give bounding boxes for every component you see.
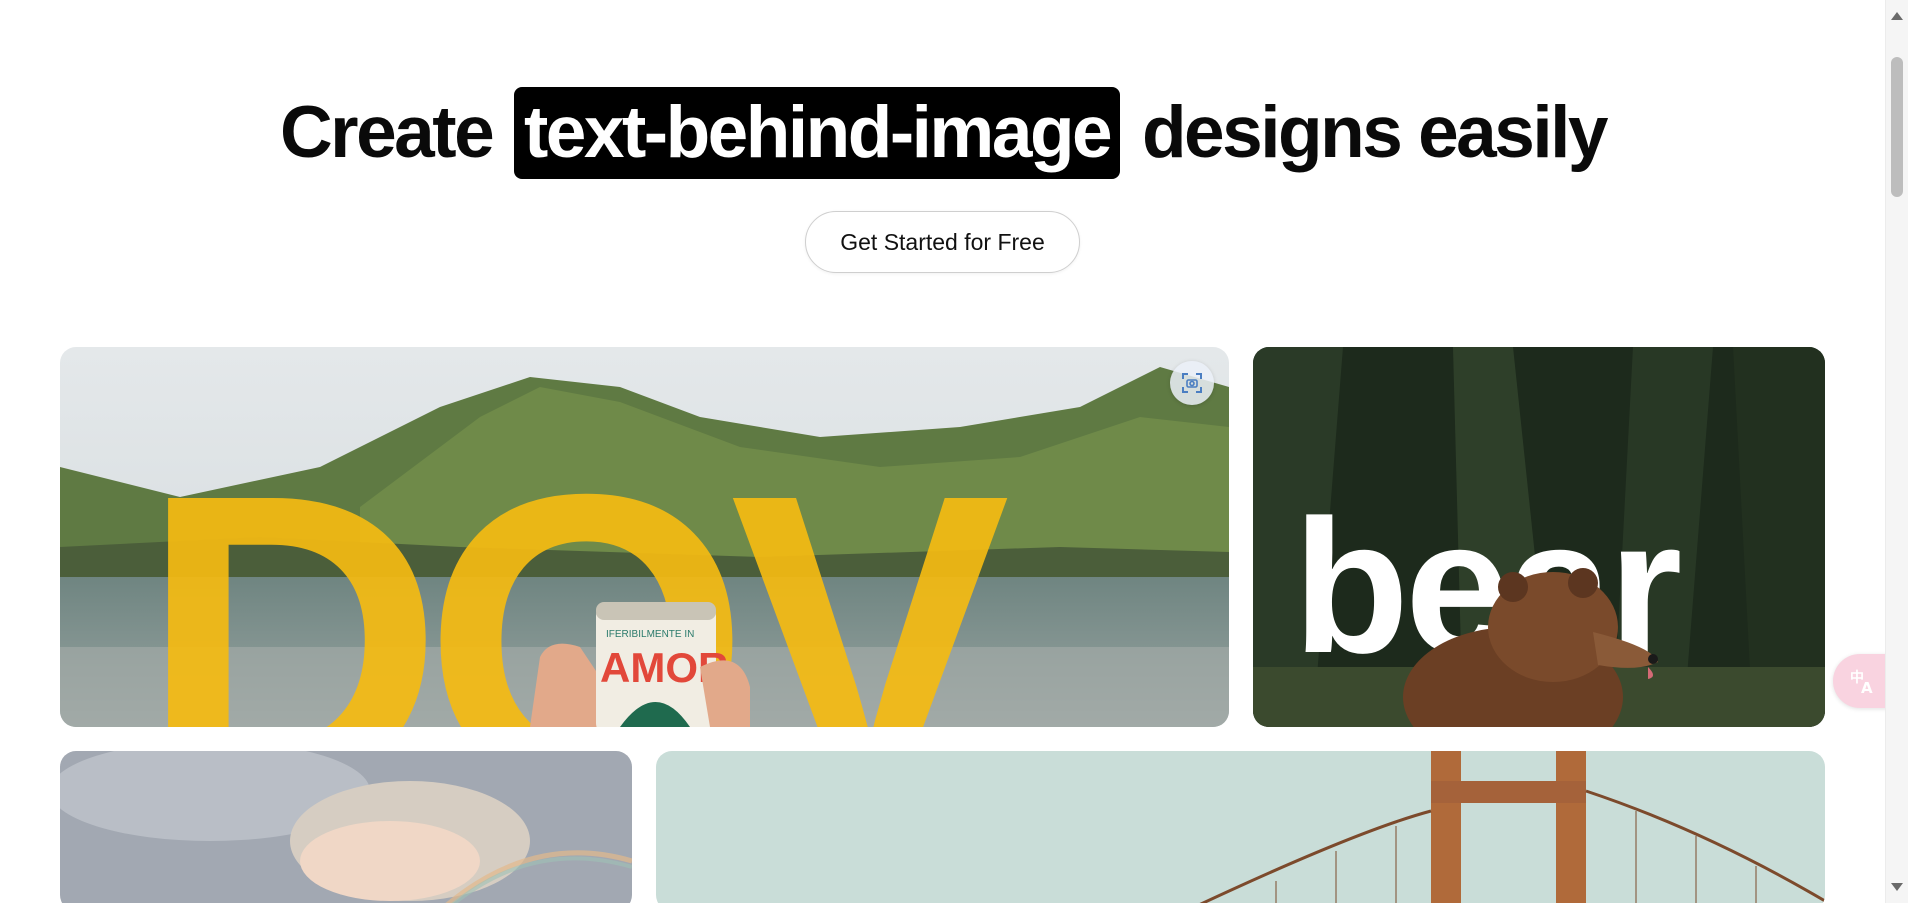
translate-icon: 中 A [1850,669,1873,696]
gallery-card-bear[interactable]: bear [1253,347,1825,727]
gallery-card-rainbow[interactable] [60,751,632,903]
gallery-card-dov[interactable]: DOV IFERIBILMENTE IN AMOR [60,347,1229,727]
scroll-thumb[interactable] [1891,57,1903,197]
get-started-label: Get Started for Free [840,228,1045,255]
scroll-down-arrow[interactable] [1891,883,1903,891]
gallery-card-bridge[interactable] [656,751,1825,903]
title-highlight: text-behind-image [513,86,1121,179]
bear-image: bear [1253,347,1825,727]
scan-button[interactable] [1170,361,1214,405]
get-started-button[interactable]: Get Started for Free [805,211,1080,273]
rainbow-image [60,751,632,903]
title-suffix: designs easily [1141,91,1609,173]
translate-button[interactable]: 中 A [1833,654,1893,708]
page: Create text-behind-image designs easily … [0,0,1908,903]
scan-icon [1182,373,1202,393]
title-prefix: Create [279,91,495,173]
dov-image: DOV IFERIBILMENTE IN AMOR [60,347,1229,727]
bridge-image [656,751,1825,903]
vertical-scrollbar[interactable] [1885,0,1908,903]
can-top-text: IFERIBILMENTE IN [606,629,694,640]
page-title: Create text-behind-image designs easily [0,86,1886,179]
scroll-up-arrow[interactable] [1891,12,1903,20]
svg-text:A: A [1861,679,1873,696]
